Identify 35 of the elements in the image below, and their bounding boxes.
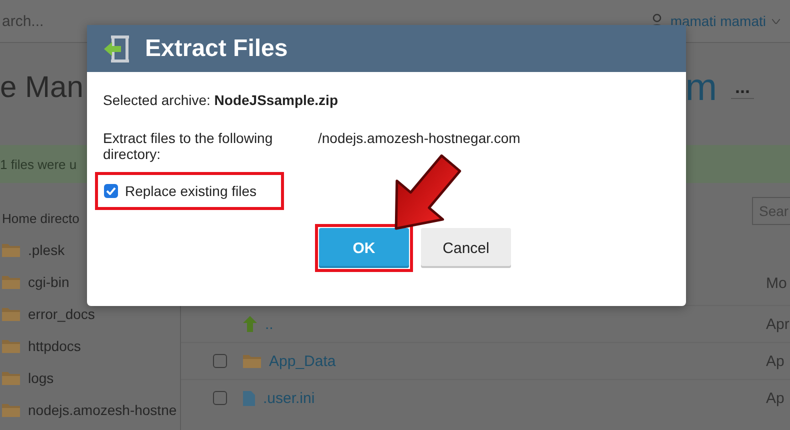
folder-item[interactable]: httpdocs bbox=[28, 338, 81, 354]
table-cell: Apr bbox=[766, 316, 790, 332]
more-button[interactable]: ... bbox=[730, 77, 754, 99]
row-checkbox[interactable] bbox=[213, 391, 227, 405]
row-checkbox[interactable] bbox=[213, 354, 227, 368]
folder-icon bbox=[2, 275, 20, 289]
page-title: m bbox=[685, 66, 717, 110]
dialog-title: Extract Files bbox=[145, 34, 288, 62]
ok-button[interactable]: OK bbox=[319, 228, 409, 268]
folder-icon bbox=[2, 339, 20, 353]
file-name[interactable]: App_Data bbox=[269, 352, 766, 370]
folder-icon bbox=[243, 354, 261, 368]
column-header[interactable]: Mo bbox=[766, 275, 790, 305]
archive-text: Selected archive: NodeJSsample.zip bbox=[103, 92, 339, 108]
folder-icon bbox=[2, 307, 20, 321]
folder-icon bbox=[2, 403, 20, 417]
folder-item[interactable]: logs bbox=[28, 370, 54, 386]
user-name[interactable]: mamati mamati bbox=[670, 13, 766, 29]
replace-checkbox[interactable] bbox=[104, 184, 118, 198]
folder-item[interactable]: error_docs bbox=[28, 306, 95, 322]
caret-icon bbox=[772, 18, 780, 24]
up-arrow-icon bbox=[243, 316, 257, 332]
table-cell-text: Ap bbox=[766, 352, 786, 370]
table-cell-text: Ap bbox=[766, 390, 786, 406]
directory-path: /nodejs.amozesh-hostnegar.com bbox=[318, 130, 522, 148]
file-name[interactable]: .user.ini bbox=[263, 390, 766, 406]
cancel-button[interactable]: Cancel bbox=[421, 228, 511, 268]
page-title: e Man bbox=[0, 71, 84, 105]
folder-item[interactable]: nodejs.amozesh-hostne bbox=[28, 402, 177, 418]
file-name[interactable]: .. bbox=[265, 316, 766, 332]
folder-icon bbox=[2, 371, 20, 385]
file-icon bbox=[243, 390, 255, 406]
folder-icon bbox=[2, 243, 20, 257]
folder-item[interactable]: .plesk bbox=[28, 242, 65, 258]
folder-item[interactable]: cgi-bin bbox=[28, 274, 70, 290]
